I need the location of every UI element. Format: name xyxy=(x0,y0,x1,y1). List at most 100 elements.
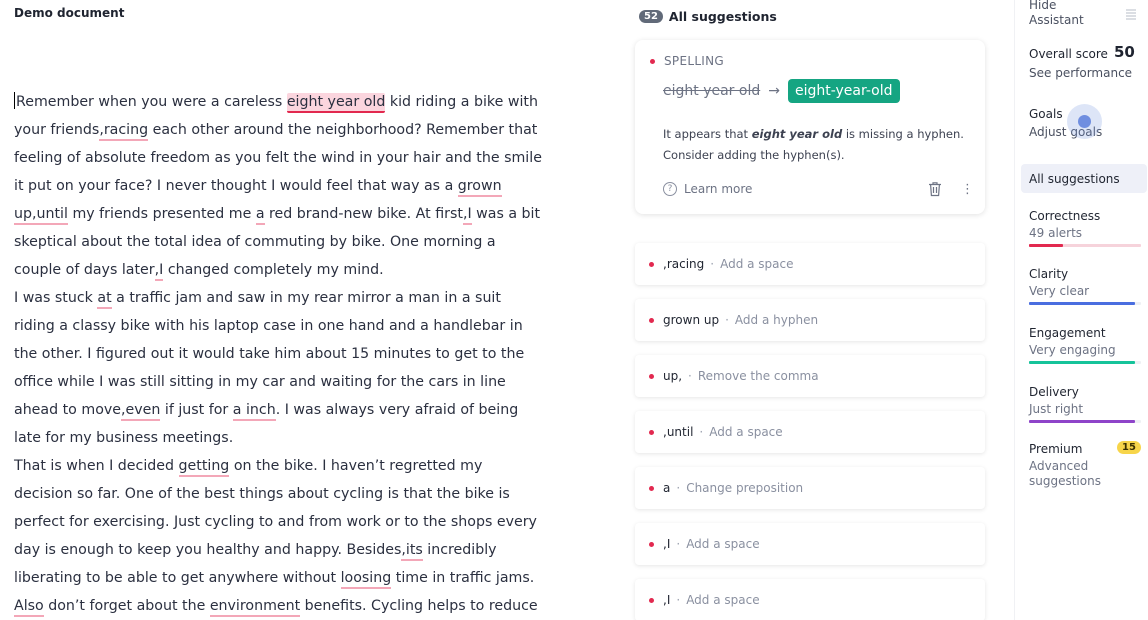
separator: · xyxy=(676,481,681,495)
metric-engagement[interactable]: Engagement Very engaging xyxy=(1029,325,1141,364)
overall-score-value: 50 xyxy=(1114,43,1135,61)
metric-progress-bar xyxy=(1029,244,1141,247)
metric-progress-fill xyxy=(1029,361,1136,364)
separator: · xyxy=(710,257,715,271)
error-dot-icon xyxy=(649,429,654,435)
underlined-error[interactable]: a inch xyxy=(232,402,276,421)
underlined-error[interactable]: loosing xyxy=(340,570,392,589)
metric-name: Delivery xyxy=(1029,385,1079,399)
metric-name: Correctness xyxy=(1029,209,1101,223)
goals-pointer-icon[interactable] xyxy=(1067,104,1102,139)
underlined-error[interactable]: ,its xyxy=(401,542,423,561)
metric-value: Very clear xyxy=(1029,284,1090,298)
underlined-error[interactable]: environment xyxy=(209,598,301,617)
underlined-error[interactable]: a xyxy=(255,206,265,225)
metric-progress-fill xyxy=(1029,302,1136,305)
error-dot-icon xyxy=(649,485,654,491)
separator: · xyxy=(725,313,729,327)
underlined-error[interactable]: ,even xyxy=(121,402,161,421)
suggestions-title: All suggestions xyxy=(668,9,777,24)
suggestion-word: ,I xyxy=(663,593,671,607)
suggestion-card[interactable]: ,racing · Add a space xyxy=(635,243,985,285)
suggestion-action: Add a space xyxy=(720,257,794,271)
paragraph-4[interactable]: Also don’t forget about the environment … xyxy=(14,592,544,620)
metric-progress-fill xyxy=(1029,420,1136,423)
suggestion-word: a xyxy=(663,481,671,495)
suggestion-action: Add a space xyxy=(709,425,783,439)
metric-name: Engagement xyxy=(1029,326,1106,340)
suggestion-count-badge: 52 xyxy=(639,10,663,23)
error-dot-icon xyxy=(649,541,654,547)
underlined-error[interactable]: ,racing xyxy=(99,122,149,141)
paragraph-1[interactable]: Remember when you were a careless eight … xyxy=(14,88,544,284)
suggestion-card[interactable]: ,I · Add a space xyxy=(635,579,985,620)
error-dot-icon xyxy=(650,58,655,64)
original-text: eight year old xyxy=(663,83,761,99)
metric-value: 49 alerts xyxy=(1029,226,1083,240)
separator: · xyxy=(688,369,692,383)
suggestion-card[interactable]: ,I · Add a space xyxy=(635,523,985,565)
suggestion-card[interactable]: a · Change preposition xyxy=(635,467,985,509)
hide-assistant-button[interactable]: Hide Assistant xyxy=(1029,0,1084,28)
error-dot-icon xyxy=(649,597,654,603)
metric-value: Just right xyxy=(1029,402,1084,416)
suggestion-action: Change preposition xyxy=(686,481,804,495)
suggestions-header: 52 All suggestions xyxy=(639,9,777,24)
suggestion-word: ,until xyxy=(663,425,694,439)
premium-section[interactable]: Premium 15 Advanced suggestions xyxy=(1029,441,1141,489)
see-performance-link[interactable]: See performance xyxy=(1029,66,1132,80)
accept-fix-button[interactable]: eight-year-old xyxy=(787,79,900,103)
document-title: Demo document xyxy=(14,6,125,20)
separator: · xyxy=(699,425,704,439)
suggestion-card[interactable]: ,until · Add a space xyxy=(635,411,985,453)
text-editor[interactable]: Remember when you were a careless eight … xyxy=(14,88,544,620)
error-dot-icon xyxy=(649,317,654,323)
text-cursor xyxy=(14,92,15,109)
highlighted-error[interactable]: eight year old xyxy=(286,93,386,113)
metric-progress-bar xyxy=(1029,361,1141,364)
suggestion-word: grown up xyxy=(663,313,720,327)
suggestion-word: ,racing xyxy=(663,257,705,271)
error-dot-icon xyxy=(649,373,654,379)
suggestion-card[interactable]: grown up · Add a hyphen xyxy=(635,299,985,341)
learn-more-link[interactable]: ? Learn more xyxy=(663,182,752,196)
help-circle-icon: ? xyxy=(663,182,677,196)
assistant-sidebar: Hide Assistant Overall score 50 See perf… xyxy=(1014,0,1148,620)
metric-name: Clarity xyxy=(1029,267,1069,281)
metric-progress-fill xyxy=(1029,244,1063,247)
suggestion-word: ,I xyxy=(663,537,671,551)
tab-all-suggestions[interactable]: All suggestions xyxy=(1021,164,1147,193)
paragraph-2[interactable]: I was stuck at a traffic jam and saw in … xyxy=(14,284,544,452)
underlined-error[interactable]: getting xyxy=(178,458,230,477)
paragraph-3[interactable]: That is when I decided getting on the bi… xyxy=(14,452,544,592)
trash-icon[interactable] xyxy=(928,181,942,201)
active-suggestion-card[interactable]: SPELLING eight year old → eight-year-old… xyxy=(635,40,985,214)
panel-toggle-icon[interactable] xyxy=(1126,6,1136,20)
suggestion-card[interactable]: up, · Remove the comma xyxy=(635,355,985,397)
error-dot-icon xyxy=(649,261,654,267)
underlined-error[interactable]: ,I xyxy=(462,206,472,225)
suggestion-category: SPELLING xyxy=(664,54,725,68)
separator: · xyxy=(676,593,681,607)
arrow-right-icon: → xyxy=(768,83,780,99)
more-options-icon[interactable]: ⋮ xyxy=(961,183,974,196)
suggestion-action: Add a space xyxy=(686,593,760,607)
metric-correctness[interactable]: Correctness 49 alerts xyxy=(1029,208,1141,247)
underlined-error[interactable]: at xyxy=(97,290,112,309)
suggestion-action: Add a space xyxy=(686,537,760,551)
metric-progress-bar xyxy=(1029,420,1141,423)
suggestion-explanation: It appears that eight year old is missin… xyxy=(663,127,964,162)
goals-label: Goals xyxy=(1029,107,1063,121)
underlined-error[interactable]: Also xyxy=(14,598,44,617)
metric-clarity[interactable]: Clarity Very clear xyxy=(1029,266,1141,305)
overall-score-label: Overall score xyxy=(1029,47,1108,61)
suggestion-action: Add a hyphen xyxy=(734,313,819,327)
premium-description: Advanced suggestions xyxy=(1029,459,1101,488)
premium-count-badge: 15 xyxy=(1117,441,1141,454)
underlined-error[interactable]: ,I xyxy=(154,262,164,281)
metric-delivery[interactable]: Delivery Just right xyxy=(1029,384,1141,423)
suggestion-word: up, xyxy=(663,369,683,383)
metric-progress-bar xyxy=(1029,302,1141,305)
suggestion-action: Remove the comma xyxy=(697,369,819,383)
metric-value: Very engaging xyxy=(1029,343,1116,357)
